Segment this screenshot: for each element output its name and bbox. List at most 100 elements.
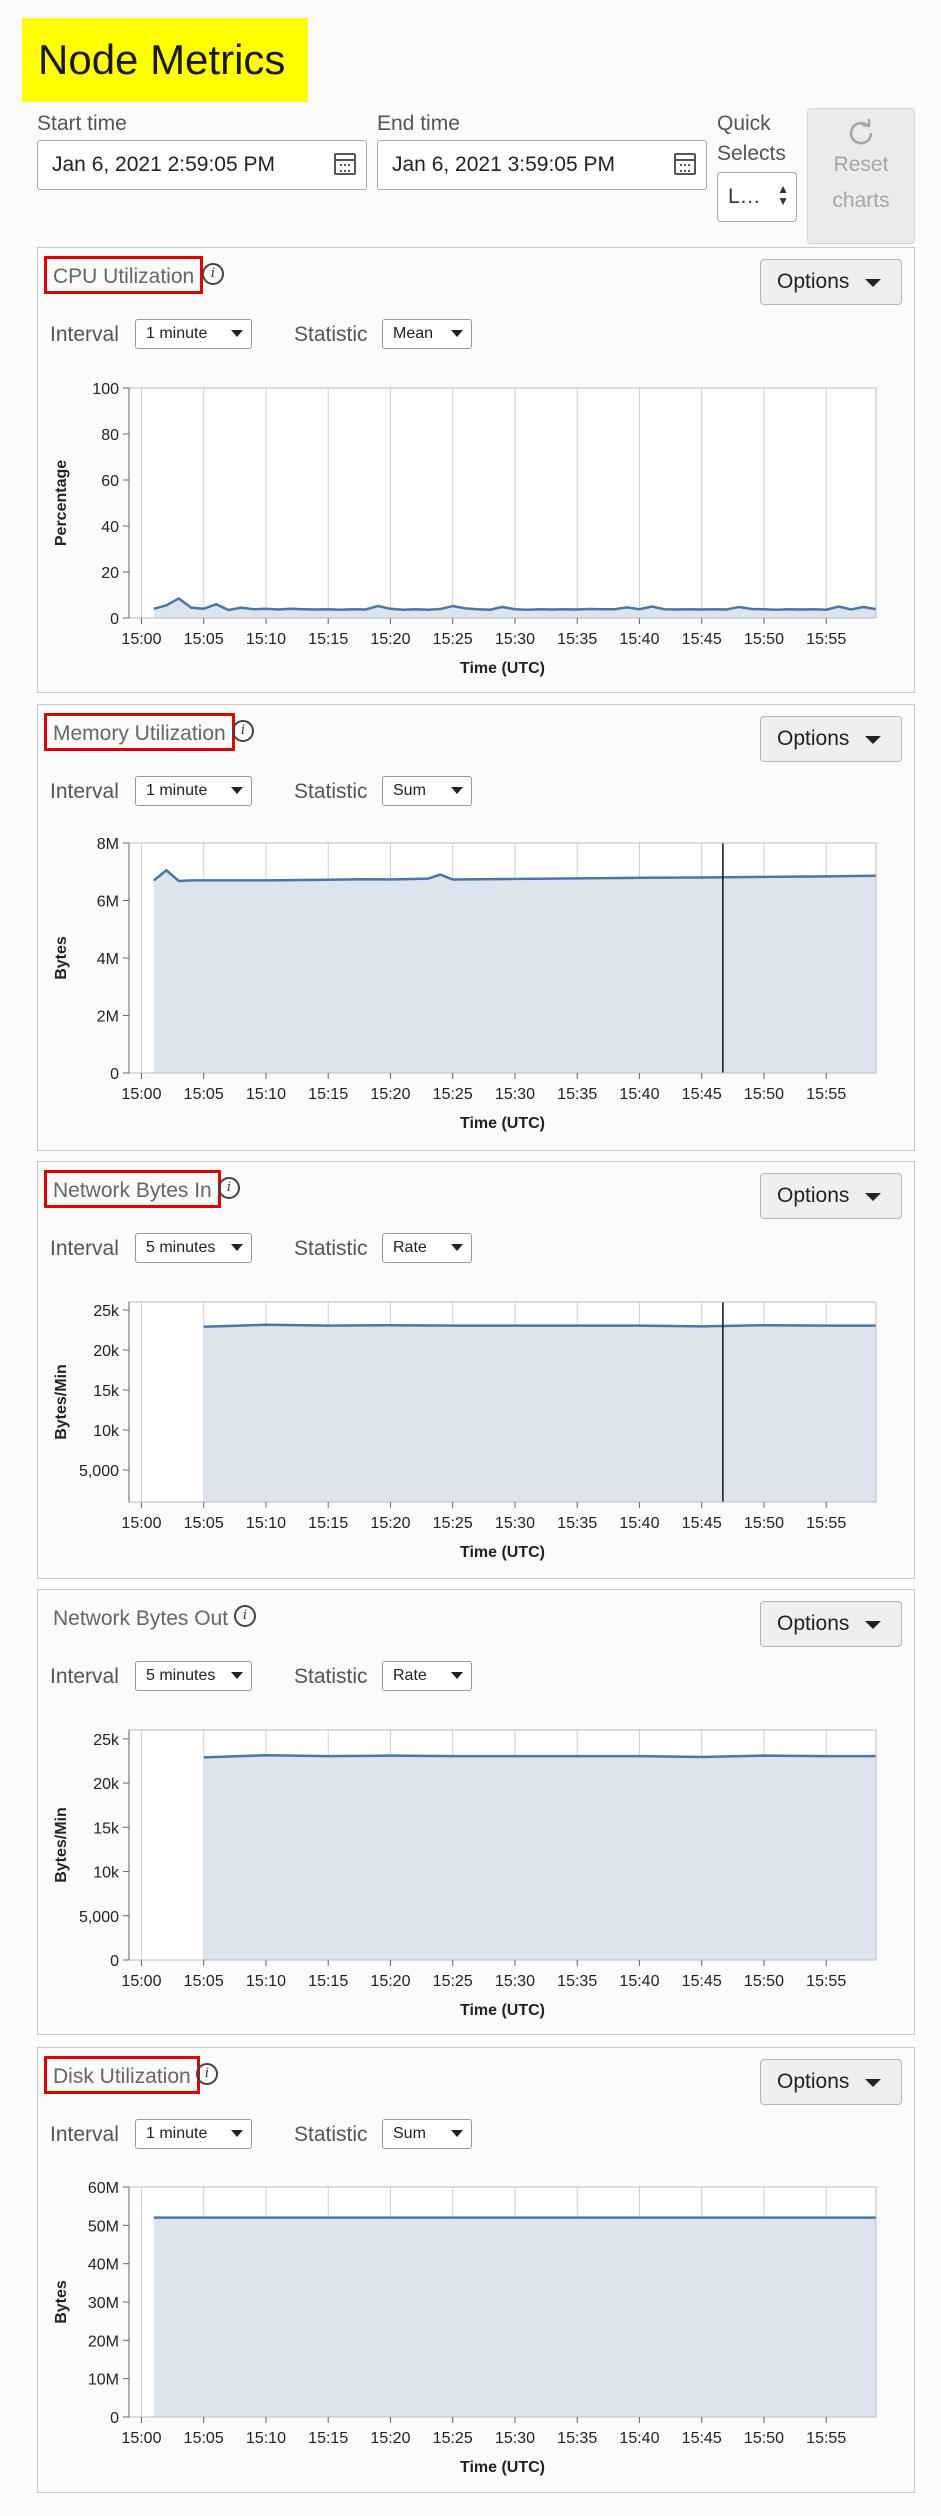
- start-time-value: Jan 6, 2021 2:59:05 PM: [52, 153, 275, 176]
- quick-selects-value: L…: [728, 185, 761, 208]
- x-tick-label: 15:15: [308, 1973, 348, 1990]
- x-tick-label: 15:05: [184, 1973, 224, 1990]
- y-tick-label: 50M: [88, 2218, 119, 2235]
- y-axis-title: Bytes/Min: [53, 1807, 70, 1883]
- x-tick-label: 15:30: [495, 1973, 535, 1990]
- y-tick-label: 100: [92, 381, 119, 398]
- x-tick-label: 15:40: [619, 1515, 659, 1532]
- cpu-utilization-panel: CPU Utilization i Options Interval 1 min…: [37, 247, 915, 693]
- y-tick-label: 20k: [93, 1776, 120, 1793]
- calendar-icon[interactable]: [334, 153, 356, 175]
- x-tick-label: 15:45: [682, 1515, 722, 1532]
- refresh-icon: [849, 118, 873, 145]
- quick-selects-label-line1: Quick: [717, 112, 771, 135]
- x-tick-label: 15:40: [619, 2430, 659, 2447]
- series-area: [153, 2217, 876, 2417]
- x-tick-label: 15:50: [744, 2430, 784, 2447]
- y-tick-label: 0: [110, 2410, 119, 2427]
- y-tick-label: 5,000: [79, 1909, 119, 1926]
- x-tick-label: 15:20: [370, 631, 410, 648]
- y-tick-label: 0: [110, 1953, 119, 1970]
- y-tick-label: 25k: [93, 1303, 120, 1320]
- y-tick-label: 20M: [88, 2333, 119, 2350]
- x-axis-title: Time (UTC): [460, 660, 545, 677]
- x-tick-label: 15:40: [619, 631, 659, 648]
- x-tick-label: 15:30: [495, 631, 535, 648]
- x-tick-label: 15:00: [121, 1973, 161, 1990]
- network-bytes-out-panel: Network Bytes Out i Options Interval 5 m…: [37, 1589, 915, 2035]
- x-tick-label: 15:50: [744, 631, 784, 648]
- cpu-utilization-chart: 0 20 40 60 80 100 15:00 15:05 15:10 15:15 15:20 15:…: [53, 381, 877, 677]
- x-tick-label: 15:00: [121, 2430, 161, 2447]
- y-tick-label: 2M: [97, 1009, 119, 1026]
- x-tick-label: 15:35: [557, 1515, 597, 1532]
- y-tick-label: 20k: [93, 1343, 120, 1360]
- x-tick-label: 15:05: [184, 631, 224, 648]
- x-axis-title: Time (UTC): [460, 2002, 545, 2019]
- x-tick-label: 15:05: [184, 1086, 224, 1103]
- x-tick-label: 15:45: [682, 631, 722, 648]
- x-tick-label: 15:25: [433, 1515, 473, 1532]
- x-tick-label: 15:00: [121, 631, 161, 648]
- x-tick-label: 15:20: [370, 1515, 410, 1532]
- reset-label-line2: charts: [832, 189, 890, 212]
- y-axis-title: Bytes: [53, 936, 70, 980]
- quick-selects-dropdown[interactable]: L… ▲ ▼: [717, 172, 797, 222]
- calendar-icon[interactable]: [674, 153, 696, 175]
- y-tick-label: 8M: [97, 836, 119, 853]
- y-axis-title: Bytes: [53, 2280, 70, 2324]
- x-tick-label: 15:40: [619, 1973, 659, 1990]
- x-tick-label: 15:35: [557, 1973, 597, 1990]
- y-tick-label: 4M: [97, 951, 119, 968]
- y-tick-label: 6M: [97, 894, 119, 911]
- network-bytes-in-panel: Network Bytes In i Options Interval 5 mi…: [37, 1161, 915, 1579]
- y-tick-label: 40: [101, 519, 119, 536]
- x-axis-title: Time (UTC): [460, 2459, 545, 2476]
- x-tick-label: 15:35: [557, 1086, 597, 1103]
- series-area: [203, 1324, 876, 1502]
- reset-charts-button[interactable]: Reset charts: [807, 108, 915, 244]
- x-tick-label: 15:10: [246, 631, 286, 648]
- x-tick-label: 15:20: [370, 1086, 410, 1103]
- x-tick-label: 15:55: [806, 1515, 846, 1532]
- memory-utilization-chart: 0 2M 4M 6M 8M 15:00 15:05 15:10 15:15 15:20 15:25 1…: [53, 836, 877, 1132]
- x-axis-title: Time (UTC): [460, 1544, 545, 1561]
- x-tick-label: 15:50: [744, 1973, 784, 1990]
- x-tick-label: 15:20: [370, 1973, 410, 1990]
- x-tick-label: 15:45: [682, 1973, 722, 1990]
- y-tick-label: 0: [110, 1066, 119, 1083]
- x-tick-label: 15:35: [557, 2430, 597, 2447]
- end-time-field[interactable]: Jan 6, 2021 3:59:05 PM: [377, 140, 707, 190]
- x-tick-label: 15:55: [806, 1086, 846, 1103]
- end-time-value: Jan 6, 2021 3:59:05 PM: [392, 153, 615, 176]
- x-tick-label: 15:55: [806, 2430, 846, 2447]
- disk-utilization-panel: Disk Utilization i Options Interval 1 mi…: [37, 2047, 915, 2493]
- x-tick-label: 15:55: [806, 1973, 846, 1990]
- y-tick-label: 60: [101, 473, 119, 490]
- start-time-field[interactable]: Jan 6, 2021 2:59:05 PM: [37, 140, 367, 190]
- quick-selects-label-line2: Selects: [717, 142, 786, 165]
- x-tick-label: 15:15: [308, 631, 348, 648]
- y-axis-title: Bytes/Min: [53, 1364, 70, 1440]
- end-time-label: End time: [377, 112, 460, 135]
- series-area: [203, 1755, 876, 1960]
- memory-utilization-panel: Memory Utilization i Options Interval 1 …: [37, 704, 915, 1151]
- x-tick-label: 15:10: [246, 1086, 286, 1103]
- y-tick-label: 40M: [88, 2257, 119, 2274]
- x-tick-label: 15:25: [433, 631, 473, 648]
- y-tick-label: 80: [101, 427, 119, 444]
- y-tick-label: 25k: [93, 1732, 120, 1749]
- x-tick-label: 15:05: [184, 2430, 224, 2447]
- x-tick-label: 15:10: [246, 1515, 286, 1532]
- x-tick-label: 15:50: [744, 1086, 784, 1103]
- y-tick-label: 30M: [88, 2295, 119, 2312]
- network-bytes-out-chart: 0 5,000 10k 15k 20k 25k 15:00 15:05 15:10 15:15 15…: [53, 1729, 877, 2019]
- network-bytes-in-chart: 5,000 10k 15k 20k 25k 15:00 15:05 15:10 15:15 15:…: [53, 1301, 877, 1561]
- x-tick-label: 15:00: [121, 1086, 161, 1103]
- reset-label-line1: Reset: [833, 153, 889, 176]
- y-tick-label: 10k: [93, 1865, 120, 1882]
- series-line: [203, 1323, 876, 1329]
- x-tick-label: 15:05: [184, 1515, 224, 1532]
- y-tick-label: 10M: [88, 2372, 119, 2389]
- x-tick-label: 15:55: [806, 631, 846, 648]
